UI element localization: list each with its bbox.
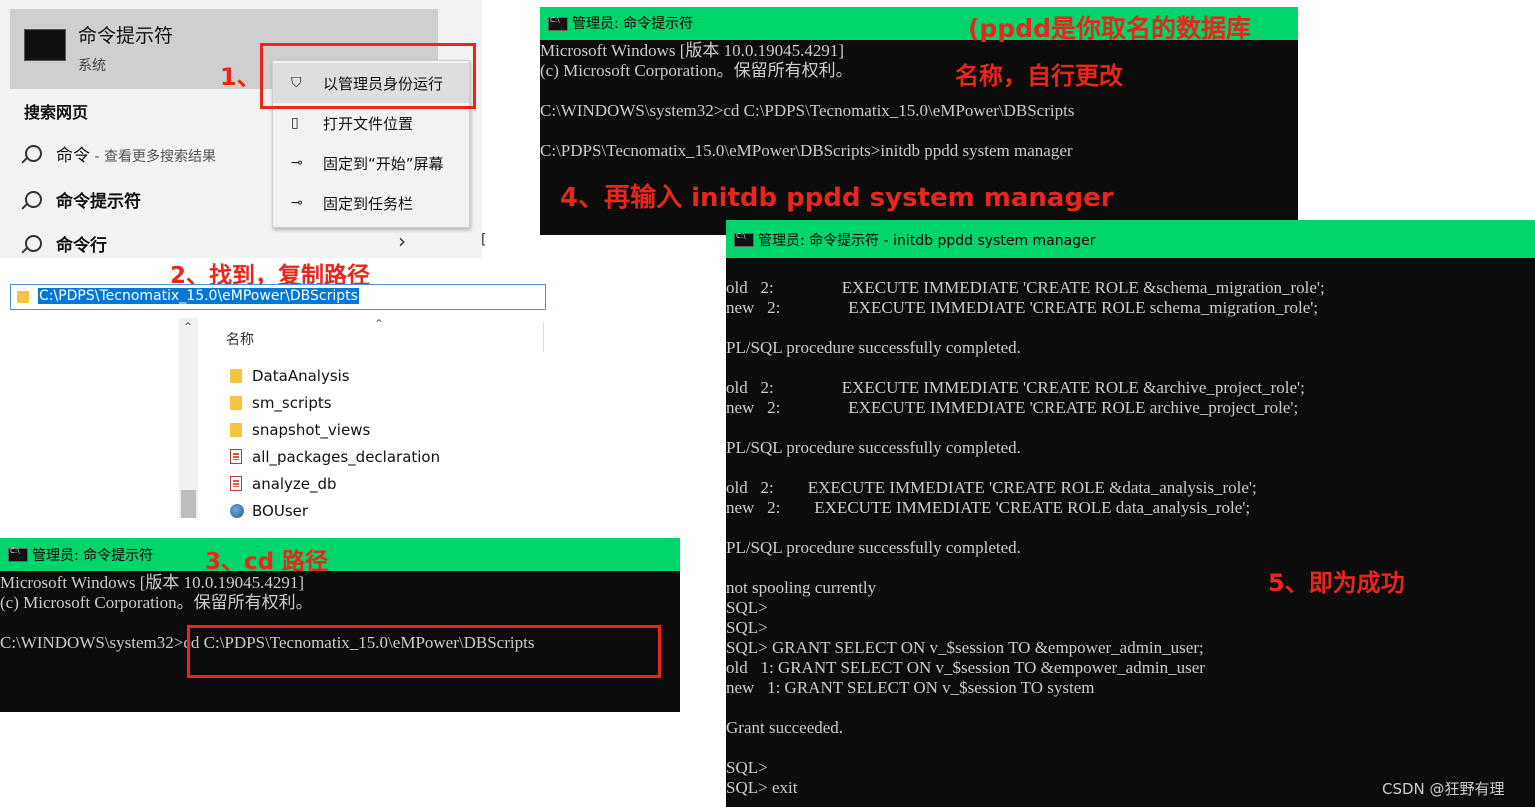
cmd-window-big[interactable]: 管理员: 命令提示符 - initdb ppdd system manager … — [726, 220, 1535, 807]
best-match-subtitle: 系统 — [78, 58, 106, 74]
search-icon — [25, 235, 42, 252]
sql-file-icon — [230, 449, 242, 464]
search-icon — [25, 145, 42, 162]
cmd-title-bar[interactable]: 管理员: 命令提示符 - initdb ppdd system manager — [726, 220, 1535, 258]
address-bar[interactable]: C:\PDPS\Tecnomatix_15.0\eMPower\DBScript… — [10, 284, 546, 310]
app-icon — [230, 504, 244, 518]
file-row[interactable]: snapshot_views — [230, 421, 370, 439]
file-row[interactable]: analyze_db — [230, 475, 337, 493]
search-icon — [25, 191, 42, 208]
folder-icon — [17, 291, 29, 303]
pin-icon: ⊸ — [291, 155, 303, 171]
file-row[interactable]: DataAnalysis — [230, 367, 350, 385]
column-header-name[interactable]: 名称 — [226, 329, 254, 349]
sort-up-icon: ⌃ — [374, 317, 385, 331]
search-result-0[interactable]: 命令 - 查看更多搜索结果 — [25, 141, 216, 166]
pin-to-start-item[interactable]: ⊸ 固定到“开始”屏幕 — [273, 143, 469, 183]
highlight-box-run-as-admin — [260, 43, 476, 109]
cmd-icon — [734, 232, 754, 247]
scroll-thumb[interactable] — [181, 490, 196, 518]
folder-icon — [230, 396, 242, 410]
cmd-icon — [8, 547, 28, 562]
annotation-step4: 4、再输入 initdb ppdd system manager — [560, 183, 1114, 213]
truncated-bracket: [ — [481, 232, 487, 248]
search-result-1[interactable]: 命令提示符 — [25, 187, 141, 212]
scroll-up-icon[interactable]: ⌃ — [183, 320, 193, 334]
annotation-step1: 1、 — [220, 63, 261, 91]
file-location-icon: ▯ — [291, 115, 299, 131]
cmd-icon — [548, 16, 568, 31]
annotation-step5: 5、即为成功 — [1268, 569, 1405, 597]
chevron-right-icon[interactable]: › — [398, 229, 406, 253]
file-row[interactable]: all_packages_declaration — [230, 448, 440, 466]
folder-icon — [230, 423, 242, 437]
address-text: C:\PDPS\Tecnomatix_15.0\eMPower\DBScript… — [38, 288, 359, 304]
search-web-header: 搜索网页 — [24, 103, 89, 122]
folder-icon — [230, 369, 242, 383]
annotation-step3: 3、cd 路径 — [205, 549, 329, 575]
cmd-app-icon — [24, 29, 66, 61]
annotation-note-line2: 名称，自行更改 — [955, 62, 1123, 90]
highlight-box-cd-command — [187, 625, 661, 678]
best-match-title: 命令提示符 — [78, 25, 174, 47]
cmd-title-bar[interactable]: 管理员: 命令提示符 — [0, 538, 680, 571]
sql-file-icon — [230, 476, 242, 491]
open-file-location-item[interactable]: ▯ 打开文件位置 — [273, 103, 469, 143]
file-row[interactable]: BOUser — [230, 502, 308, 520]
search-result-2[interactable]: 命令行 — [25, 231, 107, 256]
annotation-note-line1: (ppdd是你取名的数据库 — [968, 14, 1252, 43]
explorer-left-scrollbar[interactable]: ⌃ — [179, 318, 198, 518]
watermark: CSDN @狂野有理 — [1382, 780, 1505, 798]
pin-icon: ⊸ — [291, 195, 303, 211]
pin-to-taskbar-item[interactable]: ⊸ 固定到任务栏 — [273, 183, 469, 223]
column-divider — [543, 322, 544, 352]
file-row[interactable]: sm_scripts — [230, 394, 332, 412]
